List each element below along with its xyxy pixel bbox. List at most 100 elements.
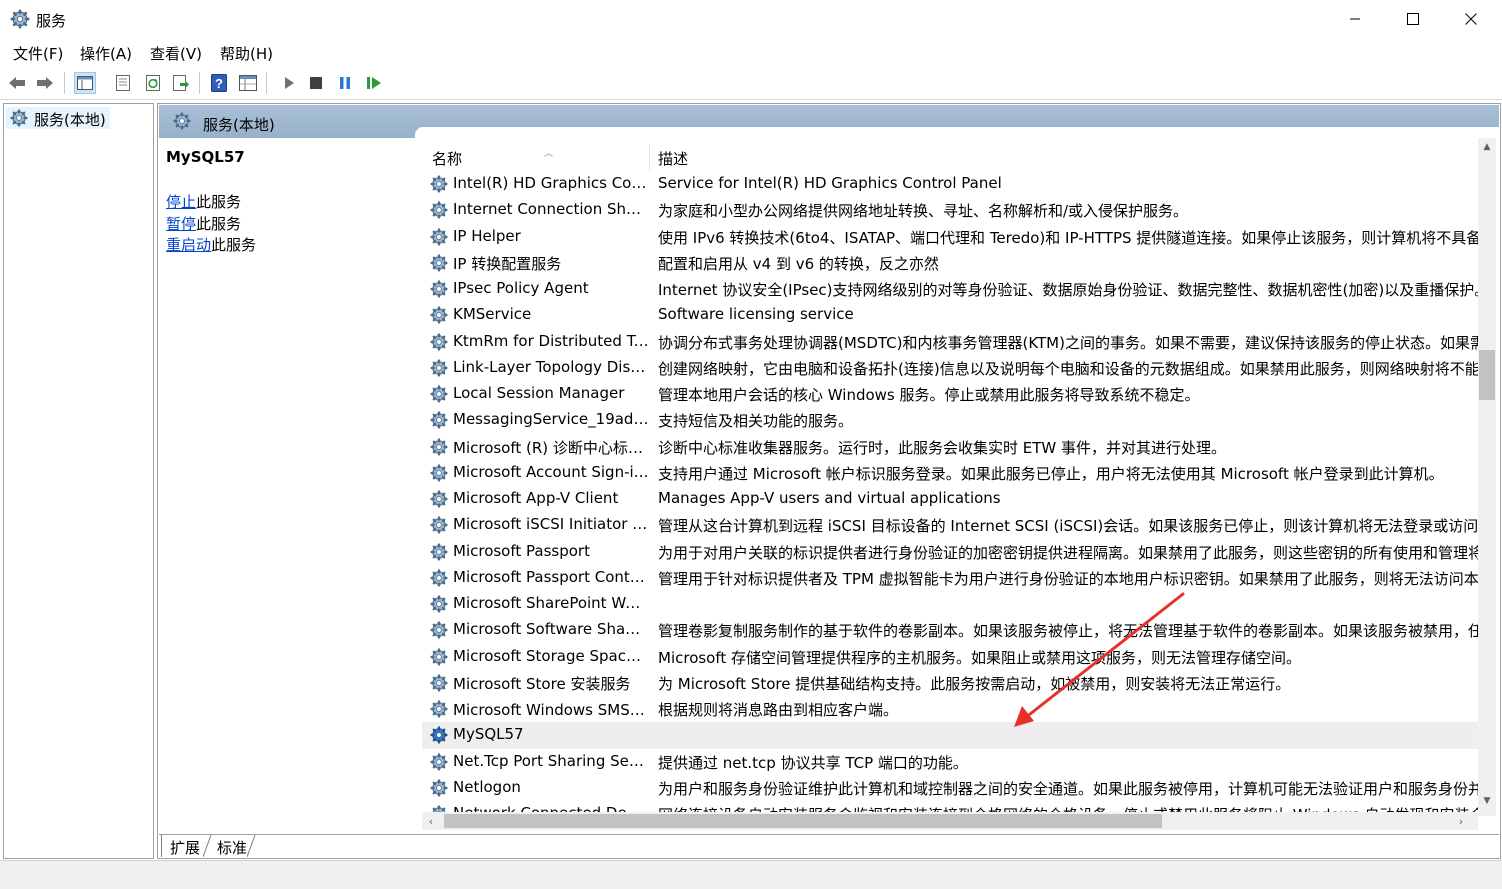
service-name: Intel(R) HD Graphics Contr... xyxy=(453,174,649,192)
services-pane: 服务(本地) MySQL57 停止此服务 暂停此服务 重启动此服务 名称 ︿ 描… xyxy=(157,103,1501,859)
maximize-button[interactable] xyxy=(1384,0,1442,38)
table-row[interactable]: Microsoft Passport 为用于对用户关联的标识提供者进行身份验证的加… xyxy=(422,539,1478,565)
help-icon[interactable]: ? xyxy=(208,72,230,94)
pause-service-action: 暂停此服务 xyxy=(166,214,416,236)
maximize-icon xyxy=(1407,13,1419,25)
service-gear-icon xyxy=(430,280,448,298)
service-description: 管理从这台计算机到远程 iSCSI 目标设备的 Internet SCSI (i… xyxy=(658,517,1478,536)
table-row[interactable]: Microsoft Passport Container 管理用于针对标识提供者及… xyxy=(422,565,1478,591)
scroll-left-icon[interactable]: ‹ xyxy=(422,812,440,830)
service-description: 根据规则将消息路由到相应客户端。 xyxy=(658,701,899,719)
column-header-name[interactable]: 名称 ︿ xyxy=(432,144,654,170)
view-icon[interactable] xyxy=(237,72,259,94)
scroll-up-icon[interactable]: ▲ xyxy=(1478,138,1496,156)
close-button[interactable] xyxy=(1442,0,1500,38)
service-description: Software licensing service xyxy=(658,305,854,324)
service-gear-icon xyxy=(430,332,448,351)
table-row[interactable]: Internet Connection Sharin... 为家庭和小型办公网络提… xyxy=(422,197,1478,223)
restart-service-link[interactable]: 重启动 xyxy=(166,236,211,254)
stop-service-action: 停止此服务 xyxy=(166,192,416,214)
table-row[interactable]: MySQL57 xyxy=(422,722,1478,749)
table-row[interactable]: Microsoft iSCSI Initiator Ser... 管理从这台计算机… xyxy=(422,512,1478,538)
service-name: Netlogon xyxy=(453,777,521,796)
table-row[interactable]: KMService Software licensing service xyxy=(422,302,1478,328)
menu-action[interactable]: 操作(A) xyxy=(80,43,132,64)
show-hide-tree-icon[interactable] xyxy=(74,72,96,94)
service-gear-icon xyxy=(430,542,448,561)
minimize-button[interactable] xyxy=(1326,0,1384,38)
refresh-icon[interactable] xyxy=(142,72,164,94)
properties-icon[interactable] xyxy=(112,72,134,94)
service-description: 支持短信及相关功能的服务。 xyxy=(658,412,854,431)
service-description: 为用户和服务身份验证维护此计算机和域控制器之间的安全通道。如果此服务被停用，计算… xyxy=(658,779,1478,798)
service-name: KtmRm for Distributed Tra... xyxy=(453,331,649,350)
table-row[interactable]: IP 转换配置服务 配置和启用从 v4 到 v6 的转换，反之亦然 xyxy=(422,250,1478,276)
close-icon xyxy=(1465,13,1477,25)
scroll-right-icon[interactable]: › xyxy=(1452,812,1470,830)
service-description: 为 Microsoft Store 提供基础结构支持。此服务按需启动，如被禁用，… xyxy=(658,674,1291,693)
table-row[interactable]: Intel(R) HD Graphics Contr... Service for… xyxy=(422,171,1478,197)
service-gear-icon xyxy=(430,201,448,219)
vertical-scrollbar[interactable]: ▲ ▼ xyxy=(1478,138,1496,816)
service-description: 管理卷影复制服务制作的基于软件的卷影副本。如果该服务被停止，将无法管理基于软件的… xyxy=(658,622,1478,641)
column-header-name-label: 名称 xyxy=(432,150,463,168)
resume-icon[interactable] xyxy=(363,72,385,94)
tab-extended[interactable]: 扩展 xyxy=(161,835,209,857)
table-row[interactable]: Link-Layer Topology Disco... 创建网络映射，它由电脑和… xyxy=(422,355,1478,381)
service-gear-icon xyxy=(430,621,448,639)
table-row[interactable]: Microsoft App-V Client Manages App-V user… xyxy=(422,486,1478,512)
service-gear-icon xyxy=(430,306,448,324)
table-row[interactable]: Microsoft Software Shado... 管理卷影复制服务制作的基于… xyxy=(422,617,1478,643)
forward-arrow-icon[interactable] xyxy=(34,72,56,94)
stop-service-link[interactable]: 停止 xyxy=(166,193,196,211)
scroll-down-icon[interactable]: ▼ xyxy=(1478,792,1496,810)
service-name: Microsoft Account Sign-in ... xyxy=(453,462,649,481)
menu-help[interactable]: 帮助(H) xyxy=(220,43,273,64)
pane-header-title: 服务(本地) xyxy=(203,116,275,134)
pause-service-link[interactable]: 暂停 xyxy=(166,215,196,233)
restart-service-action: 重启动此服务 xyxy=(166,235,416,257)
table-row[interactable]: Microsoft SharePoint Work... xyxy=(422,591,1478,617)
service-gear-icon xyxy=(430,726,448,744)
window-title: 服务 xyxy=(36,12,67,30)
table-row[interactable]: Microsoft (R) 诊断中心标准... 诊断中心标准收集器服务。运行时，此… xyxy=(422,434,1478,460)
stop-icon[interactable] xyxy=(305,72,327,94)
service-name: Microsoft SharePoint Work... xyxy=(453,594,649,612)
menu-file[interactable]: 文件(F) xyxy=(13,43,63,64)
menu-view[interactable]: 查看(V) xyxy=(150,43,202,64)
column-header-description[interactable]: 描述 xyxy=(658,144,1458,170)
service-description: 管理本地用户会话的核心 Windows 服务。停止或禁用此服务将导致系统不稳定。 xyxy=(658,386,1200,404)
toolbar: ? xyxy=(0,66,1502,100)
service-gear-icon xyxy=(430,516,448,534)
table-row[interactable]: IPsec Policy Agent Internet 协议安全(IPsec)支持… xyxy=(422,276,1478,302)
service-gear-icon xyxy=(430,437,448,456)
table-row[interactable]: Microsoft Windows SMS 路... 根据规则将消息路由到相应客户… xyxy=(422,696,1478,722)
horizontal-scrollbar[interactable]: ‹ › xyxy=(422,812,1478,830)
tree-item-services-local[interactable]: 服务(本地) xyxy=(6,107,110,129)
play-icon[interactable] xyxy=(278,72,300,94)
table-row[interactable]: IP Helper 使用 IPv6 转换技术(6to4、ISATAP、端口代理和 … xyxy=(422,224,1478,250)
vertical-scroll-thumb[interactable] xyxy=(1479,350,1495,400)
service-gear-icon xyxy=(430,490,448,508)
service-description: 协调分布式事务处理协调器(MSDTC)和内核事务管理器(KTM)之间的事务。如果… xyxy=(658,333,1478,352)
table-row[interactable]: KtmRm for Distributed Tra... 协调分布式事务处理协调器… xyxy=(422,329,1478,355)
service-name: IP Helper xyxy=(453,226,521,245)
service-gear-icon xyxy=(430,647,448,666)
table-row[interactable]: Netlogon 为用户和服务身份验证维护此计算机和域控制器之间的安全通道。如果此… xyxy=(422,775,1478,801)
table-row[interactable]: Microsoft Storage Spaces S... Microsoft 存… xyxy=(422,644,1478,670)
table-row[interactable]: Microsoft Account Sign-in ... 支持用户通过 Micr… xyxy=(422,460,1478,486)
pause-icon[interactable] xyxy=(334,72,356,94)
service-gear-icon xyxy=(430,385,448,403)
service-name: Microsoft App-V Client xyxy=(453,489,619,507)
export-list-icon[interactable] xyxy=(170,72,192,94)
table-row[interactable]: Microsoft Store 安装服务 为 Microsoft Store 提供… xyxy=(422,670,1478,696)
horizontal-scroll-thumb[interactable] xyxy=(444,814,1162,828)
service-description: Microsoft 存储空间管理提供程序的主机服务。如果阻止或禁用这项服务，则无… xyxy=(658,648,1302,667)
table-row[interactable]: MessagingService_19ad70... 支持短信及相关功能的服务。 xyxy=(422,407,1478,433)
service-name: Microsoft Passport xyxy=(453,541,590,560)
pause-service-suffix: 此服务 xyxy=(196,214,242,233)
table-row[interactable]: Net.Tcp Port Sharing Service 提供通过 net.tcp… xyxy=(422,749,1478,775)
back-arrow-icon[interactable] xyxy=(6,72,28,94)
table-row[interactable]: Local Session Manager 管理本地用户会话的核心 Windows… xyxy=(422,381,1478,407)
service-description: 为用于对用户关联的标识提供者进行身份验证的加密密钥提供进程隔离。如果禁用了此服务… xyxy=(658,543,1478,562)
